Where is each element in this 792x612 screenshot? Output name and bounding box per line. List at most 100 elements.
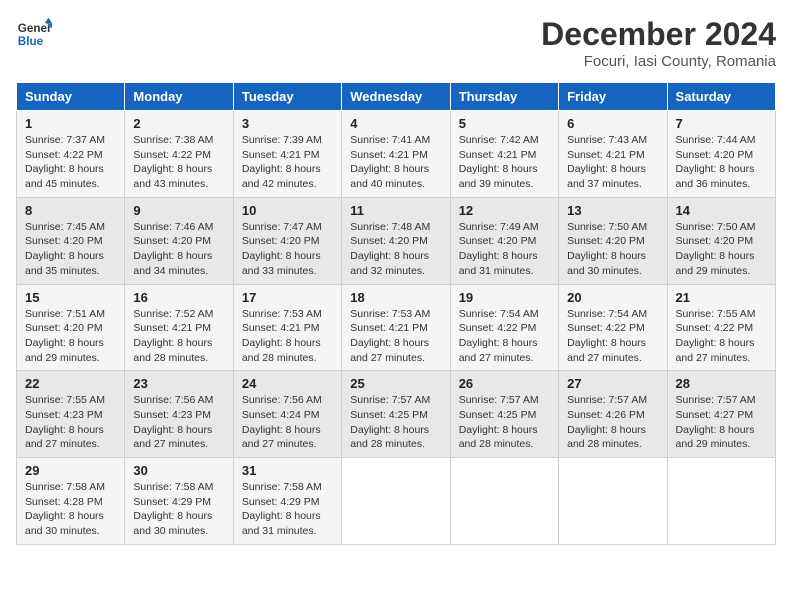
table-row: 15 Sunrise: 7:51 AMSunset: 4:20 PMDaylig… (17, 284, 125, 371)
table-row: 3 Sunrise: 7:39 AMSunset: 4:21 PMDayligh… (233, 111, 341, 198)
table-row: 31 Sunrise: 7:58 AMSunset: 4:29 PMDaylig… (233, 458, 341, 545)
table-row (667, 458, 775, 545)
day-info: Sunrise: 7:55 AMSunset: 4:23 PMDaylight:… (25, 393, 116, 452)
day-number: 18 (350, 290, 441, 305)
table-row: 1 Sunrise: 7:37 AMSunset: 4:22 PMDayligh… (17, 111, 125, 198)
day-number: 31 (242, 463, 333, 478)
day-info: Sunrise: 7:37 AMSunset: 4:22 PMDaylight:… (25, 133, 116, 192)
day-header-wednesday: Wednesday (342, 83, 450, 111)
calendar-week-4: 22 Sunrise: 7:55 AMSunset: 4:23 PMDaylig… (17, 371, 776, 458)
day-number: 4 (350, 116, 441, 131)
day-info: Sunrise: 7:53 AMSunset: 4:21 PMDaylight:… (350, 307, 441, 366)
table-row: 27 Sunrise: 7:57 AMSunset: 4:26 PMDaylig… (559, 371, 667, 458)
day-header-sunday: Sunday (17, 83, 125, 111)
day-number: 29 (25, 463, 116, 478)
table-row: 30 Sunrise: 7:58 AMSunset: 4:29 PMDaylig… (125, 458, 233, 545)
day-number: 10 (242, 203, 333, 218)
table-row: 23 Sunrise: 7:56 AMSunset: 4:23 PMDaylig… (125, 371, 233, 458)
table-row: 18 Sunrise: 7:53 AMSunset: 4:21 PMDaylig… (342, 284, 450, 371)
svg-text:Blue: Blue (18, 35, 44, 48)
month-title: December 2024 (541, 16, 776, 53)
table-row: 26 Sunrise: 7:57 AMSunset: 4:25 PMDaylig… (450, 371, 558, 458)
day-info: Sunrise: 7:39 AMSunset: 4:21 PMDaylight:… (242, 133, 333, 192)
day-info: Sunrise: 7:50 AMSunset: 4:20 PMDaylight:… (676, 220, 767, 279)
day-info: Sunrise: 7:50 AMSunset: 4:20 PMDaylight:… (567, 220, 658, 279)
table-row: 16 Sunrise: 7:52 AMSunset: 4:21 PMDaylig… (125, 284, 233, 371)
table-row (450, 458, 558, 545)
day-number: 6 (567, 116, 658, 131)
table-row: 25 Sunrise: 7:57 AMSunset: 4:25 PMDaylig… (342, 371, 450, 458)
table-row: 11 Sunrise: 7:48 AMSunset: 4:20 PMDaylig… (342, 197, 450, 284)
day-info: Sunrise: 7:41 AMSunset: 4:21 PMDaylight:… (350, 133, 441, 192)
table-row: 2 Sunrise: 7:38 AMSunset: 4:22 PMDayligh… (125, 111, 233, 198)
logo: General Blue (16, 16, 52, 52)
table-row: 28 Sunrise: 7:57 AMSunset: 4:27 PMDaylig… (667, 371, 775, 458)
svg-text:General: General (18, 22, 52, 35)
table-row: 20 Sunrise: 7:54 AMSunset: 4:22 PMDaylig… (559, 284, 667, 371)
day-info: Sunrise: 7:58 AMSunset: 4:28 PMDaylight:… (25, 480, 116, 539)
day-info: Sunrise: 7:52 AMSunset: 4:21 PMDaylight:… (133, 307, 224, 366)
table-row: 21 Sunrise: 7:55 AMSunset: 4:22 PMDaylig… (667, 284, 775, 371)
location-title: Focuri, Iasi County, Romania (541, 53, 776, 70)
day-header-saturday: Saturday (667, 83, 775, 111)
day-number: 23 (133, 376, 224, 391)
day-number: 17 (242, 290, 333, 305)
day-info: Sunrise: 7:55 AMSunset: 4:22 PMDaylight:… (676, 307, 767, 366)
day-info: Sunrise: 7:58 AMSunset: 4:29 PMDaylight:… (133, 480, 224, 539)
day-info: Sunrise: 7:38 AMSunset: 4:22 PMDaylight:… (133, 133, 224, 192)
day-number: 12 (459, 203, 550, 218)
day-header-monday: Monday (125, 83, 233, 111)
day-info: Sunrise: 7:57 AMSunset: 4:26 PMDaylight:… (567, 393, 658, 452)
table-row: 4 Sunrise: 7:41 AMSunset: 4:21 PMDayligh… (342, 111, 450, 198)
day-number: 2 (133, 116, 224, 131)
day-number: 8 (25, 203, 116, 218)
day-header-tuesday: Tuesday (233, 83, 341, 111)
title-block: December 2024 Focuri, Iasi County, Roman… (541, 16, 776, 70)
calendar-week-2: 8 Sunrise: 7:45 AMSunset: 4:20 PMDayligh… (17, 197, 776, 284)
table-row: 13 Sunrise: 7:50 AMSunset: 4:20 PMDaylig… (559, 197, 667, 284)
table-row: 6 Sunrise: 7:43 AMSunset: 4:21 PMDayligh… (559, 111, 667, 198)
day-info: Sunrise: 7:49 AMSunset: 4:20 PMDaylight:… (459, 220, 550, 279)
day-info: Sunrise: 7:42 AMSunset: 4:21 PMDaylight:… (459, 133, 550, 192)
day-info: Sunrise: 7:53 AMSunset: 4:21 PMDaylight:… (242, 307, 333, 366)
day-number: 3 (242, 116, 333, 131)
day-number: 5 (459, 116, 550, 131)
day-info: Sunrise: 7:51 AMSunset: 4:20 PMDaylight:… (25, 307, 116, 366)
table-row: 8 Sunrise: 7:45 AMSunset: 4:20 PMDayligh… (17, 197, 125, 284)
table-row: 14 Sunrise: 7:50 AMSunset: 4:20 PMDaylig… (667, 197, 775, 284)
calendar-week-3: 15 Sunrise: 7:51 AMSunset: 4:20 PMDaylig… (17, 284, 776, 371)
day-info: Sunrise: 7:56 AMSunset: 4:24 PMDaylight:… (242, 393, 333, 452)
page-header: General Blue December 2024 Focuri, Iasi … (16, 16, 776, 70)
day-number: 20 (567, 290, 658, 305)
day-number: 1 (25, 116, 116, 131)
day-number: 14 (676, 203, 767, 218)
day-number: 24 (242, 376, 333, 391)
day-info: Sunrise: 7:44 AMSunset: 4:20 PMDaylight:… (676, 133, 767, 192)
day-info: Sunrise: 7:56 AMSunset: 4:23 PMDaylight:… (133, 393, 224, 452)
day-number: 28 (676, 376, 767, 391)
calendar-week-5: 29 Sunrise: 7:58 AMSunset: 4:28 PMDaylig… (17, 458, 776, 545)
day-header-thursday: Thursday (450, 83, 558, 111)
table-row (559, 458, 667, 545)
day-info: Sunrise: 7:47 AMSunset: 4:20 PMDaylight:… (242, 220, 333, 279)
day-number: 25 (350, 376, 441, 391)
day-number: 19 (459, 290, 550, 305)
day-number: 21 (676, 290, 767, 305)
day-number: 9 (133, 203, 224, 218)
day-info: Sunrise: 7:57 AMSunset: 4:25 PMDaylight:… (350, 393, 441, 452)
day-number: 26 (459, 376, 550, 391)
calendar-table: SundayMondayTuesdayWednesdayThursdayFrid… (16, 82, 776, 545)
day-info: Sunrise: 7:57 AMSunset: 4:27 PMDaylight:… (676, 393, 767, 452)
day-header-friday: Friday (559, 83, 667, 111)
day-info: Sunrise: 7:57 AMSunset: 4:25 PMDaylight:… (459, 393, 550, 452)
table-row: 12 Sunrise: 7:49 AMSunset: 4:20 PMDaylig… (450, 197, 558, 284)
day-info: Sunrise: 7:58 AMSunset: 4:29 PMDaylight:… (242, 480, 333, 539)
day-number: 22 (25, 376, 116, 391)
table-row: 17 Sunrise: 7:53 AMSunset: 4:21 PMDaylig… (233, 284, 341, 371)
table-row: 10 Sunrise: 7:47 AMSunset: 4:20 PMDaylig… (233, 197, 341, 284)
day-info: Sunrise: 7:48 AMSunset: 4:20 PMDaylight:… (350, 220, 441, 279)
day-number: 11 (350, 203, 441, 218)
table-row: 7 Sunrise: 7:44 AMSunset: 4:20 PMDayligh… (667, 111, 775, 198)
table-row: 29 Sunrise: 7:58 AMSunset: 4:28 PMDaylig… (17, 458, 125, 545)
table-row: 22 Sunrise: 7:55 AMSunset: 4:23 PMDaylig… (17, 371, 125, 458)
